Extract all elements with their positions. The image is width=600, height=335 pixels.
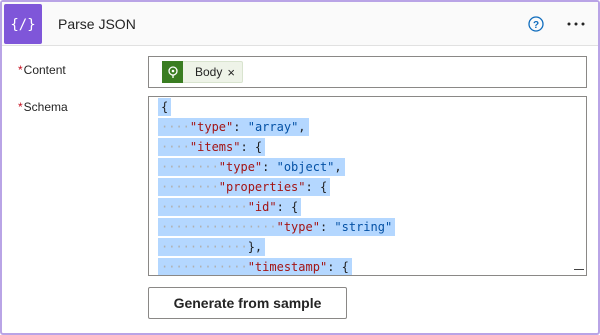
card-header[interactable]: {/} Parse JSON ? [2, 2, 598, 46]
schema-editor[interactable]: {····"type": "array", ····"items": {·····… [148, 96, 587, 276]
code-line: ············}, [158, 237, 574, 257]
generate-from-sample-button[interactable]: Generate from sample [148, 287, 347, 319]
code-line-text: { [158, 98, 172, 116]
code-line-text: ····"items": { [158, 138, 266, 156]
code-token: : { [240, 140, 263, 154]
code-line-text: ············"id": { [158, 198, 302, 216]
dynamic-content-token-body[interactable]: Body × [162, 61, 243, 83]
card-title: Parse JSON [58, 16, 136, 32]
code-line: ············"id": { [158, 197, 574, 217]
code-token: , [298, 120, 306, 134]
required-mark: * [18, 63, 23, 77]
indent-guide: ···· [161, 140, 190, 154]
code-token: "timestamp" [247, 260, 328, 274]
content-input[interactable]: Body × [148, 56, 587, 88]
code-line-text: ········"type": "object", [158, 158, 345, 176]
code-token: : { [327, 260, 349, 274]
code-token: "type" [276, 220, 320, 234]
code-line-text: ················"type": "string" [158, 218, 396, 236]
svg-text:?: ? [533, 20, 539, 31]
code-line: ················"type": "string" [158, 217, 574, 237]
code-line: { [158, 97, 574, 117]
code-line-text: ····"type": "array", [158, 118, 309, 136]
code-line: ········"properties": { [158, 177, 574, 197]
code-line-text: ············"timestamp": { [158, 258, 352, 275]
code-token: "type" [218, 160, 263, 174]
json-action-icon: {/} [4, 4, 42, 44]
code-token: "type" [189, 120, 234, 134]
code-token: : [262, 160, 277, 174]
schema-code[interactable]: {····"type": "array", ····"items": {·····… [158, 97, 574, 275]
code-line: ····"type": "array", [158, 117, 574, 137]
code-token: { [161, 100, 169, 114]
indent-guide: ········ [161, 180, 219, 194]
token-label: Body [195, 65, 223, 79]
code-line-text: ············}, [158, 238, 266, 256]
parse-json-card: {/} Parse JSON ? *Content Body × *Schema… [0, 0, 600, 335]
help-icon[interactable]: ? [528, 16, 544, 32]
content-label: *Content [18, 63, 66, 77]
code-token: : { [305, 180, 328, 194]
code-token: }, [247, 240, 263, 254]
more-options-icon[interactable] [565, 16, 587, 32]
code-token: "string" [334, 220, 393, 234]
code-token: "properties" [218, 180, 306, 194]
schema-label: *Schema [18, 100, 68, 114]
required-mark: * [18, 100, 23, 114]
indent-guide: ········ [161, 160, 219, 174]
code-token: : { [276, 200, 299, 214]
remove-token-icon[interactable]: × [227, 66, 235, 79]
code-token: "id" [247, 200, 277, 214]
indent-guide: ············ [161, 260, 248, 274]
indent-guide: ···· [161, 120, 190, 134]
editor-scroll-indicator [574, 269, 584, 270]
svg-text:{/}: {/} [11, 17, 35, 33]
code-token: : [319, 220, 335, 234]
code-line-text: ········"properties": { [158, 178, 331, 196]
indent-guide: ············ [161, 240, 248, 254]
code-line: ········"type": "object", [158, 157, 574, 177]
code-line: ····"items": { [158, 137, 574, 157]
code-token: : [233, 120, 248, 134]
indent-guide: ················ [161, 220, 277, 234]
code-line: ············"timestamp": { [158, 257, 574, 275]
indent-guide: ············ [161, 200, 248, 214]
code-token: "array" [247, 120, 299, 134]
schema-label-text: Schema [23, 100, 68, 114]
content-label-text: Content [23, 63, 66, 77]
code-token: "object" [276, 160, 335, 174]
http-request-icon [162, 61, 183, 83]
code-token: , [334, 160, 342, 174]
code-token: "items" [189, 140, 241, 154]
